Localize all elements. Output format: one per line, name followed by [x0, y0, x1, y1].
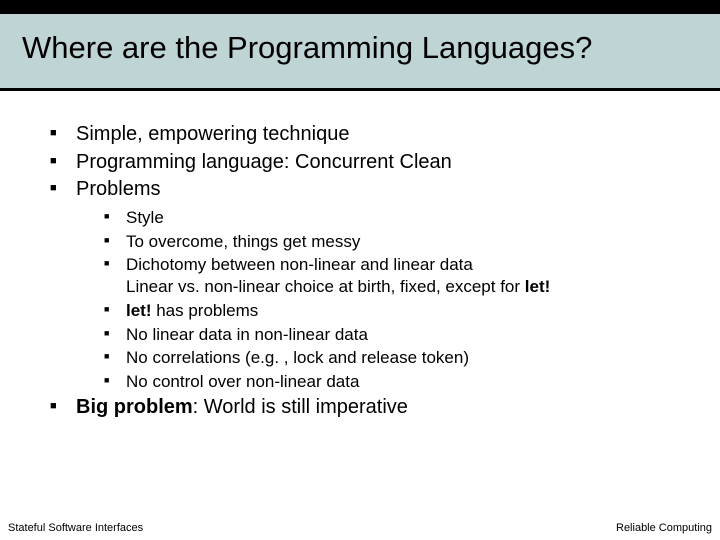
sub-text: To overcome, things get messy	[126, 232, 360, 251]
sub-text: No linear data in non-linear data	[126, 325, 368, 344]
title-band: Where are the Programming Languages?	[0, 0, 720, 90]
bullet-problems: Problems Style To overcome, things get m…	[50, 177, 680, 393]
bullet-text: Programming language: Concurrent Clean	[76, 151, 452, 173]
sub-overcome: To overcome, things get messy	[104, 231, 680, 253]
slide-footer: Stateful Software Interfaces Reliable Co…	[0, 522, 720, 540]
sub-text: No control over non-linear data	[126, 372, 359, 391]
top-black-bar	[0, 0, 720, 14]
sub-no-control: No control over non-linear data	[104, 371, 680, 393]
bullet-big-problem: Big problem: World is still imperative	[50, 395, 680, 421]
let-keyword: let!	[126, 301, 152, 320]
sub-dichotomy: Dichotomy between non-linear and linear …	[104, 254, 680, 298]
big-problem-rest: : World is still imperative	[193, 396, 408, 418]
title-underline	[0, 88, 720, 91]
sub-text-line2: Linear vs. non-linear choice at birth, f…	[126, 276, 680, 298]
slide-title: Where are the Programming Languages?	[22, 30, 592, 66]
bullet-lang: Programming language: Concurrent Clean	[50, 150, 680, 176]
sub-text: Style	[126, 208, 164, 227]
bullet-text: Simple, empowering technique	[76, 123, 350, 145]
sub-no-correlations: No correlations (e.g. , lock and release…	[104, 347, 680, 369]
sub-text: No correlations (e.g. , lock and release…	[126, 348, 469, 367]
big-problem-label: Big problem	[76, 396, 193, 418]
footer-right: Reliable Computing	[616, 522, 712, 534]
bullet-simple: Simple, empowering technique	[50, 122, 680, 148]
sub-style: Style	[104, 207, 680, 229]
sub-text-line1: Dichotomy between non-linear and linear …	[126, 254, 680, 276]
footer-left: Stateful Software Interfaces	[8, 522, 143, 534]
sub-text: has problems	[152, 301, 259, 320]
sub-text-line2-pre: Linear vs. non-linear choice at birth, f…	[126, 277, 525, 296]
bullet-text: Problems	[76, 178, 160, 200]
sub-let-problems: let! has problems	[104, 300, 680, 322]
slide-body: Simple, empowering technique Programming…	[50, 120, 680, 422]
sub-no-linear-in-nonlinear: No linear data in non-linear data	[104, 324, 680, 346]
let-keyword: let!	[525, 277, 551, 296]
slide: Where are the Programming Languages? Sim…	[0, 0, 720, 540]
